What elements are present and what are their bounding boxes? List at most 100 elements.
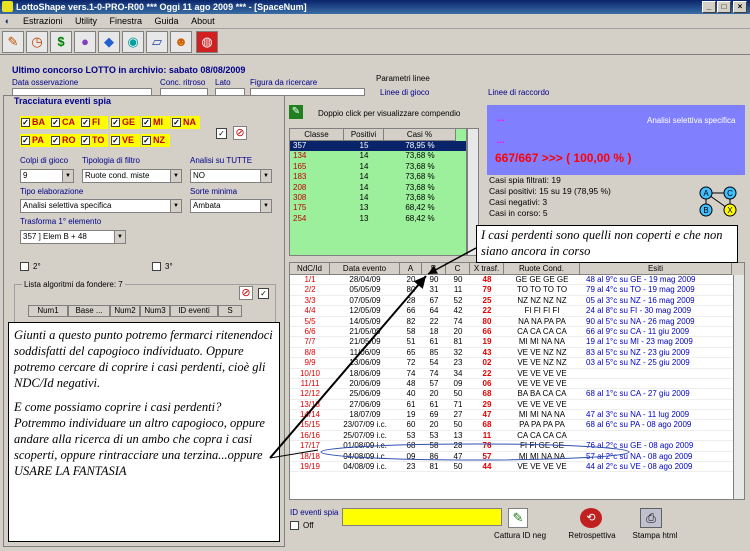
class-table-row[interactable]: 134 14 73,68 %	[290, 151, 466, 161]
ev-col-ruote[interactable]: Ruote Cond.	[504, 263, 580, 275]
event-row[interactable]: 15/15 23/07/09 i.c. 60 20 50 68 PA PA PA PA 68 …	[290, 420, 744, 431]
col-id-eventi[interactable]: ID eventi	[170, 305, 218, 317]
wheel-ba-checkbox[interactable]: ✓	[21, 118, 30, 127]
class-table-row[interactable]: 175 13 68,42 %	[290, 203, 466, 213]
wheel-ve-checkbox[interactable]: ✓	[111, 136, 120, 145]
wheel-ve[interactable]: ✓ VE	[110, 134, 140, 147]
event-row[interactable]: 9/9 13/06/09 72 54 23 02 VE VE NZ NZ 03 al 5°c …	[290, 358, 744, 369]
wheel-to[interactable]: ✓ TO	[80, 134, 108, 147]
event-row[interactable]: 13/13 27/06/09 61 61 71 29 VE VE VE VE	[290, 400, 744, 411]
event-row[interactable]: 8/8 11/06/09 65 85 32 43 VE VE NZ NZ 83 al 5°c …	[290, 348, 744, 359]
class-col-classe[interactable]: Classe	[290, 129, 344, 141]
event-row[interactable]: 7/7 21/05/09 51 61 81 19 MI MI NA NA 19 al 1°c …	[290, 337, 744, 348]
event-row[interactable]: 6/6 21/05/09 58 18 20 66 CA CA CA CA 66 al 9°c …	[290, 327, 744, 338]
wheel-fi-checkbox[interactable]: ✓	[81, 118, 90, 127]
event-row[interactable]: 16/16 25/07/09 i.c. 53 53 13 11 CA CA CA CA	[290, 431, 744, 442]
second-checkbox[interactable]	[20, 262, 29, 271]
ev-col-esiti[interactable]: Esiti	[580, 263, 732, 275]
people-icon[interactable]: ☻	[170, 31, 192, 53]
wheel-mi-checkbox[interactable]: ✓	[142, 118, 151, 127]
wheel-ba[interactable]: ✓ BA	[20, 116, 50, 129]
tipologia-select[interactable]: Ruote cond. miste ▼	[82, 169, 182, 183]
class-table-row[interactable]: 208 14 73,68 %	[290, 183, 466, 193]
wheel-ca-checkbox[interactable]: ✓	[51, 118, 60, 127]
class-table-row[interactable]: 165 14 73,68 %	[290, 162, 466, 172]
stampa-button[interactable]: Stampa html	[627, 531, 683, 540]
col-num3[interactable]: Num3	[140, 305, 170, 317]
analisi-select[interactable]: NO ▼	[190, 169, 272, 183]
cattura-button[interactable]: Cattura ID neg	[492, 531, 548, 540]
event-row[interactable]: 17/17 01/08/09 i.c. 68 58 28 76 FI FI GE GE 76 …	[290, 441, 744, 452]
capture-icon[interactable]: ✎	[508, 508, 528, 528]
wheel-nz-checkbox[interactable]: ✓	[142, 136, 151, 145]
cube-icon[interactable]: ◆	[98, 31, 120, 53]
event-row[interactable]: 3/3 07/05/09 28 67 52 25 NZ NZ NZ NZ 05 al 3°c …	[290, 296, 744, 307]
wheel-ge-checkbox[interactable]: ✓	[111, 118, 120, 127]
ev-col-x[interactable]: X trasf.	[470, 263, 504, 275]
event-row[interactable]: 10/10 18/06/09 74 74 34 22 VE VE VE VE	[290, 369, 744, 379]
col-num1[interactable]: Num1	[28, 305, 68, 317]
wheel-nz[interactable]: ✓ NZ	[141, 134, 170, 147]
wheel-na[interactable]: ✓ NA	[171, 116, 200, 129]
off-checkbox[interactable]	[290, 521, 299, 530]
class-col-casi[interactable]: Casi %	[384, 129, 456, 141]
class-table-row[interactable]: 357 15 78,95 %	[290, 141, 466, 152]
event-row[interactable]: 1/1 28/04/09 20 90 90 48 GE GE GE GE 48 al 9°c …	[290, 275, 744, 286]
wheel-ca[interactable]: ✓ CA	[50, 116, 80, 129]
list-check-icon[interactable]: ✓	[258, 288, 269, 299]
ev-col-a[interactable]: A	[400, 263, 422, 275]
event-row[interactable]: 14/14 18/07/09 19 69 27 47 MI MI NA NA 47 al 3°…	[290, 410, 744, 421]
maximize-button[interactable]: □	[717, 1, 731, 13]
event-row[interactable]: 4/4 12/05/09 66 64 42 22 FI FI FI FI 24 al 8°c …	[290, 306, 744, 317]
event-row[interactable]: 18/18 04/08/09 i.c. 09 86 47 57 MI MI NA NA 57 …	[290, 452, 744, 463]
class-table-row[interactable]: 308 14 73,68 %	[290, 193, 466, 203]
printer-icon[interactable]: ⎙	[640, 508, 662, 528]
wheel-ge[interactable]: ✓ GE	[110, 116, 140, 129]
event-row[interactable]: 5/5 14/05/09 82 22 74 80 NA NA PA PA 90 al 5°c …	[290, 317, 744, 327]
clock-icon[interactable]: ◷	[26, 31, 48, 53]
event-row[interactable]: 2/2 05/05/09 80 31 11 79 TO TO TO TO 79 al 4°c …	[290, 285, 744, 296]
wheel-na-checkbox[interactable]: ✓	[172, 118, 181, 127]
col-s[interactable]: S	[218, 305, 242, 317]
id-eventi-input[interactable]	[342, 508, 502, 526]
wheel-fi[interactable]: ✓ FI	[80, 116, 108, 129]
event-row[interactable]: 12/12 25/06/09 40 20 50 68 BA BA CA CA 68 al 1°…	[290, 389, 744, 400]
wheel-pa[interactable]: ✓ PA	[20, 134, 50, 147]
wheel-ro[interactable]: ✓ RO	[50, 134, 80, 147]
close-button[interactable]: ×	[733, 1, 747, 13]
event-row[interactable]: 19/19 04/08/09 i.c. 23 81 50 44 VE VE VE VE 44 …	[290, 462, 744, 473]
ruler-icon[interactable]: ▱	[146, 31, 168, 53]
ev-col-data[interactable]: Data evento	[330, 263, 400, 275]
clear-list-icon[interactable]: ⊘	[239, 286, 253, 300]
retrospettiva-button[interactable]: Retrospettiva	[564, 531, 620, 540]
class-table-row[interactable]: 254 13 68,42 %	[290, 214, 466, 224]
wheel-to-checkbox[interactable]: ✓	[81, 136, 90, 145]
menu-about[interactable]: About	[186, 14, 220, 29]
wheel-ro-checkbox[interactable]: ✓	[51, 136, 60, 145]
menu-finestra[interactable]: Finestra	[105, 14, 148, 29]
third-checkbox[interactable]	[152, 262, 161, 271]
wheel-pa-checkbox[interactable]: ✓	[21, 136, 30, 145]
col-base[interactable]: Base ...	[68, 305, 110, 317]
menu-guida[interactable]: Guida	[150, 14, 184, 29]
compendio-icon[interactable]: ✎	[289, 105, 303, 119]
class-table-row[interactable]: 183 14 73,68 %	[290, 172, 466, 182]
menu-utility[interactable]: Utility	[70, 14, 102, 29]
select-all-checkbox[interactable]: ✓	[216, 128, 227, 139]
globe-icon[interactable]: ◉	[122, 31, 144, 53]
events-scrollbar[interactable]	[733, 275, 744, 499]
sorte-select[interactable]: Ambata ▼	[190, 199, 272, 213]
class-col-positivi[interactable]: Positivi	[344, 129, 384, 141]
bulb-icon[interactable]: ●	[74, 31, 96, 53]
tipo-select[interactable]: Analisi selettiva specifica ▼	[20, 199, 182, 213]
minimize-button[interactable]: _	[702, 1, 716, 13]
menu-estrazioni[interactable]: Estrazioni	[18, 14, 68, 29]
event-row[interactable]: 11/11 20/06/09 48 57 09 06 VE VE VE VE	[290, 379, 744, 390]
clear-wheels-icon[interactable]: ⊘	[233, 126, 247, 140]
retrospettiva-icon[interactable]: ⟲	[580, 508, 602, 528]
menu-app-icon[interactable]: ◐	[0, 14, 15, 29]
col-num2[interactable]: Num2	[110, 305, 140, 317]
pencil-icon[interactable]: ✎	[2, 31, 24, 53]
dollar-icon[interactable]: $	[50, 31, 72, 53]
stop-icon[interactable]: ◍	[196, 31, 218, 53]
